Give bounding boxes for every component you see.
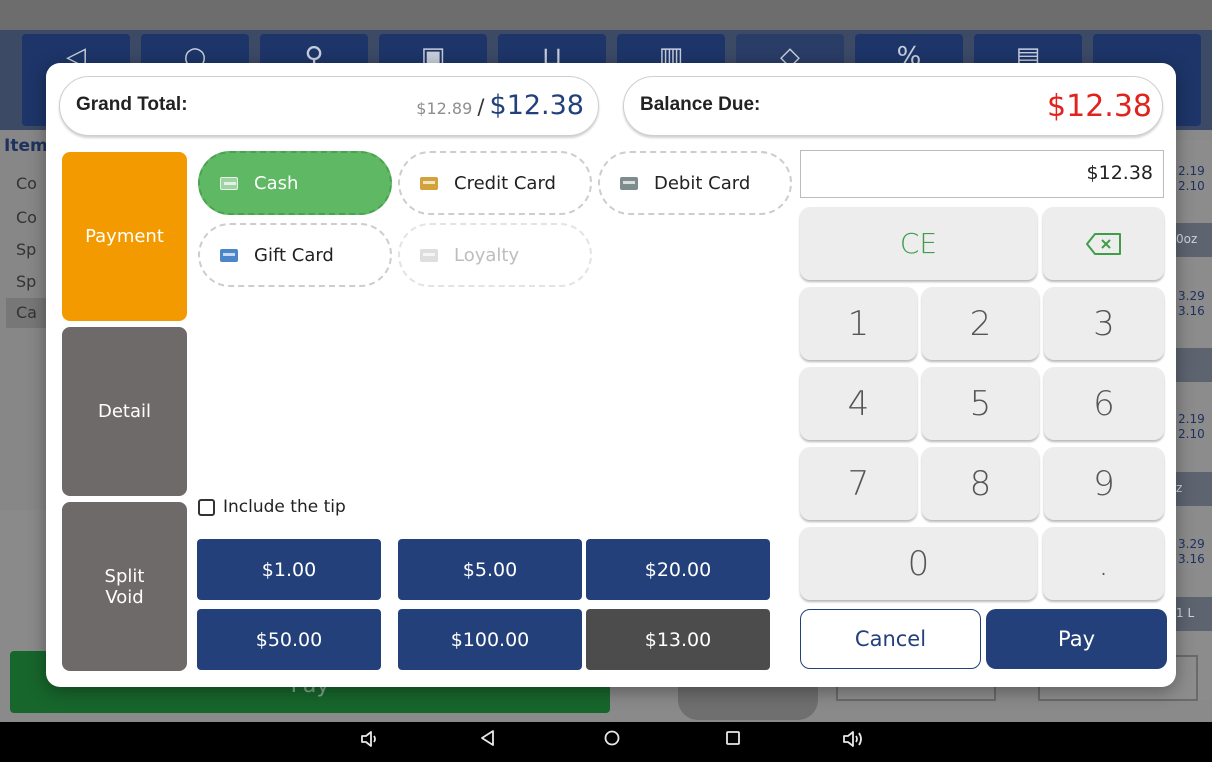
backspace-button[interactable] bbox=[1043, 207, 1164, 280]
payment-method-loyalty[interactable]: Loyalty bbox=[398, 223, 592, 287]
payment-method-label: Gift Card bbox=[254, 244, 334, 266]
cash-icon bbox=[220, 176, 238, 190]
payment-method-gift-card[interactable]: Gift Card bbox=[198, 223, 392, 287]
keypad-digit-5[interactable]: 5 bbox=[922, 367, 1039, 440]
price-value: 3.16 bbox=[1178, 304, 1205, 318]
payment-method-credit-card[interactable]: Credit Card bbox=[398, 151, 592, 215]
size-badge: z bbox=[1170, 472, 1212, 506]
include-tip-checkbox[interactable] bbox=[198, 498, 215, 516]
price-value: 2.10 bbox=[1178, 179, 1205, 193]
backspace-icon bbox=[1085, 232, 1121, 255]
size-badge: 0oz bbox=[1170, 223, 1212, 257]
keypad-digit-0[interactable]: 0 bbox=[800, 527, 1037, 600]
quick-amount-button[interactable]: $50.00 bbox=[197, 609, 381, 670]
keypad-digit-9[interactable]: 9 bbox=[1044, 447, 1164, 520]
quick-amount-button[interactable]: $1.00 bbox=[197, 539, 381, 600]
item-row[interactable]: Ca bbox=[16, 303, 37, 322]
item-row[interactable]: Co bbox=[16, 208, 37, 227]
tab-payment-label: Payment bbox=[85, 226, 164, 247]
keypad-digit-8[interactable]: 8 bbox=[922, 447, 1039, 520]
size-badge bbox=[1170, 348, 1212, 382]
clear-entry-button[interactable]: CE bbox=[800, 207, 1037, 280]
item-row[interactable]: Sp bbox=[16, 240, 36, 259]
balance-due-value: $12.38 bbox=[1047, 89, 1152, 124]
volume-down-icon[interactable] bbox=[352, 728, 388, 756]
debit-card-icon bbox=[620, 176, 638, 190]
loyalty-card-icon bbox=[420, 248, 438, 262]
quick-amount-button[interactable]: $100.00 bbox=[398, 609, 582, 670]
keypad-digit-4[interactable]: 4 bbox=[800, 367, 917, 440]
payment-method-label: Cash bbox=[254, 172, 299, 194]
price-value: 3.16 bbox=[1178, 552, 1205, 566]
payment-method-cash[interactable]: Cash bbox=[198, 151, 392, 215]
price-value: 2.19 bbox=[1178, 164, 1205, 178]
grand-total-values: $12.89 / $12.38 bbox=[416, 90, 584, 121]
item-row[interactable]: Co bbox=[16, 174, 37, 193]
tab-detail-label: Detail bbox=[97, 401, 152, 422]
price-value: 3.29 bbox=[1178, 289, 1205, 303]
grand-total-original: $12.89 bbox=[416, 99, 473, 118]
include-tip-option[interactable]: Include the tip bbox=[198, 497, 346, 517]
quick-amount-button[interactable]: $5.00 bbox=[398, 539, 582, 600]
grand-total-value: $12.38 bbox=[489, 90, 584, 121]
balance-due-display: Balance Due: $12.38 bbox=[623, 76, 1163, 136]
volume-up-icon[interactable] bbox=[836, 728, 872, 756]
price-value: 2.10 bbox=[1178, 427, 1205, 441]
status-strip bbox=[0, 0, 1212, 30]
keypad-digit-3[interactable]: 3 bbox=[1044, 287, 1164, 360]
back-icon[interactable] bbox=[470, 728, 506, 756]
price-value: 2.19 bbox=[1178, 412, 1205, 426]
pay-button[interactable]: Pay bbox=[986, 609, 1167, 669]
credit-card-icon bbox=[420, 176, 438, 190]
payment-method-debit-card[interactable]: Debit Card bbox=[598, 151, 792, 215]
grand-total-separator: / bbox=[477, 95, 485, 119]
keypad-digit-6[interactable]: 6 bbox=[1044, 367, 1164, 440]
cancel-button[interactable]: Cancel bbox=[800, 609, 981, 669]
quick-amount-button[interactable]: $20.00 bbox=[586, 539, 770, 600]
tab-detail[interactable]: Detail bbox=[62, 327, 187, 496]
price-value: 3.29 bbox=[1178, 537, 1205, 551]
tab-split-void-label: Split Void bbox=[104, 565, 145, 608]
payment-method-label: Loyalty bbox=[454, 244, 520, 266]
items-header: Item bbox=[4, 136, 48, 156]
keypad-digit-7[interactable]: 7 bbox=[800, 447, 917, 520]
payment-method-label: Credit Card bbox=[454, 172, 556, 194]
gift-card-icon bbox=[220, 248, 238, 262]
quick-amount-button-exact[interactable]: $13.00 bbox=[586, 609, 770, 670]
home-icon[interactable] bbox=[594, 728, 630, 756]
recents-icon[interactable] bbox=[715, 728, 751, 756]
keypad-decimal[interactable]: . bbox=[1043, 527, 1164, 600]
tab-split-void[interactable]: Split Void bbox=[62, 502, 187, 671]
grand-total-label: Grand Total: bbox=[76, 94, 188, 115]
payment-method-label: Debit Card bbox=[654, 172, 751, 194]
tab-payment[interactable]: Payment bbox=[62, 152, 187, 321]
grand-total-display: Grand Total: $12.89 / $12.38 bbox=[59, 76, 599, 136]
item-row[interactable]: Sp bbox=[16, 272, 36, 291]
include-tip-label: Include the tip bbox=[223, 497, 346, 517]
size-badge: 1 L bbox=[1170, 597, 1212, 631]
keypad-digit-1[interactable]: 1 bbox=[800, 287, 917, 360]
amount-input[interactable]: $12.38 bbox=[800, 150, 1164, 198]
system-navigation-bar bbox=[0, 722, 1212, 762]
balance-due-label: Balance Due: bbox=[640, 94, 761, 115]
keypad-digit-2[interactable]: 2 bbox=[922, 287, 1039, 360]
payment-dialog: Grand Total: $12.89 / $12.38 Balance Due… bbox=[46, 63, 1176, 687]
